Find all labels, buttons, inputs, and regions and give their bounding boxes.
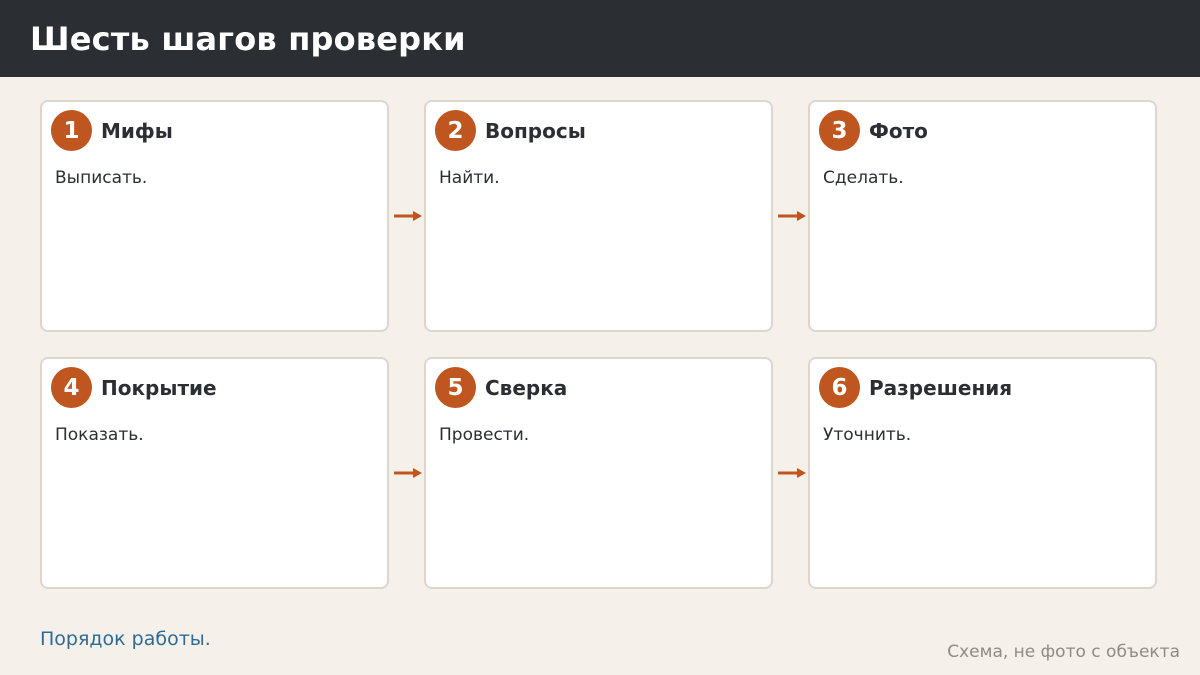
- step-card-1: 1 Мифы Выписать.: [40, 100, 389, 332]
- step-title: Вопросы: [485, 119, 586, 143]
- step-text: Провести.: [439, 425, 530, 445]
- step-title: Сверка: [485, 376, 568, 400]
- step-number-badge: 1: [51, 110, 92, 151]
- footer-caption: Схема, не фото с объекта: [947, 642, 1180, 662]
- arrow-right-icon: [778, 468, 806, 478]
- step-card-4: 4 Покрытие Показать.: [40, 357, 389, 589]
- step-number-badge: 2: [435, 110, 476, 151]
- step-title: Разрешения: [869, 376, 1013, 400]
- step-title: Мифы: [101, 119, 173, 143]
- arrow-right-icon: [394, 468, 422, 478]
- page-title: Шесть шагов проверки: [30, 19, 466, 58]
- workflow-link[interactable]: Порядок работы.: [40, 628, 211, 650]
- step-number-badge: 3: [819, 110, 860, 151]
- step-text: Показать.: [55, 425, 144, 445]
- step-card-3: 3 Фото Сделать.: [808, 100, 1157, 332]
- step-number-badge: 5: [435, 367, 476, 408]
- step-text: Выписать.: [55, 168, 148, 188]
- step-text: Сделать.: [823, 168, 904, 188]
- step-number-badge: 6: [819, 367, 860, 408]
- step-card-5: 5 Сверка Провести.: [424, 357, 773, 589]
- header-bar: Шесть шагов проверки: [0, 0, 1200, 77]
- step-text: Найти.: [439, 168, 500, 188]
- step-number-badge: 4: [51, 367, 92, 408]
- step-title: Фото: [869, 119, 928, 143]
- step-card-2: 2 Вопросы Найти.: [424, 100, 773, 332]
- arrow-right-icon: [778, 211, 806, 221]
- step-text: Уточнить.: [823, 425, 912, 445]
- step-card-6: 6 Разрешения Уточнить.: [808, 357, 1157, 589]
- arrow-right-icon: [394, 211, 422, 221]
- step-title: Покрытие: [101, 376, 217, 400]
